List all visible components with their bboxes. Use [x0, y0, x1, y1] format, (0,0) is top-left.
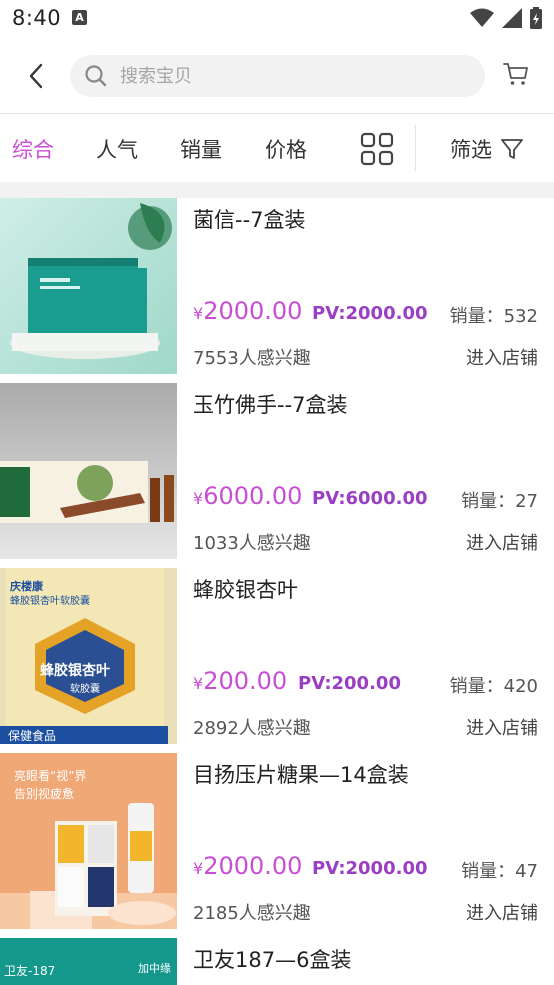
product-item[interactable]: 卫友-187 加中缘 卫友187—6盒装: [0, 938, 554, 985]
chevron-left-icon: [29, 63, 43, 89]
grid-view-button[interactable]: [360, 132, 394, 166]
product-item[interactable]: 玉竹佛手--7盒装 ¥6000.00 PV:6000.00 销量：27 1033…: [0, 383, 554, 561]
search-header: [0, 38, 554, 114]
product-pv: PV:6000.00: [312, 488, 428, 509]
price-value: 2000.00: [203, 297, 303, 325]
search-input[interactable]: [120, 55, 470, 97]
product-image[interactable]: 庆楼康 蜂胶银杏叶软胶囊 蜂胶银杏叶 软胶囊 保健食品: [0, 568, 177, 744]
grid-icon: [360, 132, 394, 166]
signal-icon: [502, 8, 522, 28]
search-box[interactable]: [70, 55, 485, 97]
currency-symbol: ¥: [193, 489, 204, 508]
product-label: 卫友-187: [4, 964, 56, 978]
product-image[interactable]: 亮眼看“视”界 告别视疲惫: [0, 753, 177, 929]
enter-shop-link[interactable]: 进入店铺: [466, 344, 538, 370]
currency-symbol: ¥: [193, 859, 204, 878]
tab-sales[interactable]: 销量: [180, 134, 222, 164]
filter-label: 筛选: [450, 138, 492, 162]
product-price: ¥6000.00: [193, 482, 302, 510]
section-gap: [0, 182, 554, 198]
product-slogan-1: 亮眼看“视”界: [14, 769, 87, 783]
product-item[interactable]: 亮眼看“视”界 告别视疲惫 目扬压片糖果—14盒装 ¥2000.00 PV:20…: [0, 753, 554, 931]
product-title[interactable]: 蜂胶银杏叶: [193, 574, 298, 604]
funnel-icon: [501, 139, 523, 159]
product-sales: 销量：47: [461, 861, 538, 882]
product-pv: PV:2000.00: [312, 858, 428, 879]
search-icon: [85, 65, 107, 87]
product-footer: 保健食品: [8, 729, 57, 743]
product-title[interactable]: 卫友187—6盒装: [193, 944, 351, 974]
product-sales: 销量：420: [449, 676, 538, 697]
filter-divider: [415, 125, 416, 171]
cart-icon: [503, 63, 528, 85]
product-display: [0, 803, 177, 929]
product-title[interactable]: 玉竹佛手--7盒装: [193, 389, 348, 419]
product-interest: 2892人感兴趣: [193, 718, 311, 739]
product-badge: 蜂胶银杏叶: [40, 663, 110, 679]
price-value: 200.00: [203, 667, 288, 695]
enter-shop-link[interactable]: 进入店铺: [466, 529, 538, 555]
price-value: 6000.00: [203, 482, 303, 510]
tab-popularity[interactable]: 人气: [96, 134, 138, 164]
product-price: ¥2000.00: [193, 852, 302, 880]
wifi-icon: [470, 8, 494, 27]
product-photo: [0, 198, 177, 374]
notification-icon: A: [72, 10, 87, 25]
product-interest: 1033人感兴趣: [193, 533, 311, 554]
product-photo: [0, 383, 177, 559]
back-button[interactable]: [20, 58, 52, 94]
product-image[interactable]: 卫友-187 加中缘: [0, 938, 177, 985]
filter-bar: 综合 人气 销量 价格 筛选: [0, 115, 554, 182]
enter-shop-link[interactable]: 进入店铺: [466, 714, 538, 740]
product-image[interactable]: [0, 383, 177, 559]
product-title[interactable]: 目扬压片糖果—14盒装: [193, 759, 409, 789]
product-item[interactable]: 庆楼康 蜂胶银杏叶软胶囊 蜂胶银杏叶 软胶囊 保健食品 蜂胶银杏叶 ¥200.0…: [0, 568, 554, 746]
product-sales: 销量：27: [461, 491, 538, 512]
tab-price[interactable]: 价格: [265, 134, 307, 164]
battery-icon: [530, 7, 542, 29]
cart-button[interactable]: [502, 60, 534, 92]
product-line: 蜂胶银杏叶软胶囊: [10, 596, 90, 607]
status-bar: 8:40 A: [0, 0, 554, 38]
enter-shop-link[interactable]: 进入店铺: [466, 899, 538, 925]
product-badge-sub: 软胶囊: [70, 684, 100, 695]
price-value: 2000.00: [203, 852, 303, 880]
tab-comprehensive[interactable]: 综合: [12, 134, 54, 164]
product-brand: 加中缘: [138, 962, 171, 975]
product-slogan-2: 告别视疲惫: [14, 787, 75, 801]
status-time: 8:40: [12, 6, 62, 30]
product-price: ¥200.00: [193, 667, 287, 695]
product-title[interactable]: 菌信--7盒装: [193, 204, 306, 234]
product-interest: 2185人感兴趣: [193, 903, 311, 924]
status-icons: [470, 7, 542, 29]
currency-symbol: ¥: [193, 674, 204, 693]
product-price: ¥2000.00: [193, 297, 302, 325]
product-image[interactable]: [0, 198, 177, 374]
product-sales: 销量：532: [449, 306, 538, 327]
product-pv: PV:2000.00: [312, 303, 428, 324]
currency-symbol: ¥: [193, 304, 204, 323]
product-item[interactable]: 菌信--7盒装 ¥2000.00 PV:2000.00 销量：532 7553人…: [0, 198, 554, 376]
product-interest: 7553人感兴趣: [193, 348, 311, 369]
product-pv: PV:200.00: [298, 673, 401, 694]
filter-button[interactable]: 筛选: [450, 134, 524, 164]
